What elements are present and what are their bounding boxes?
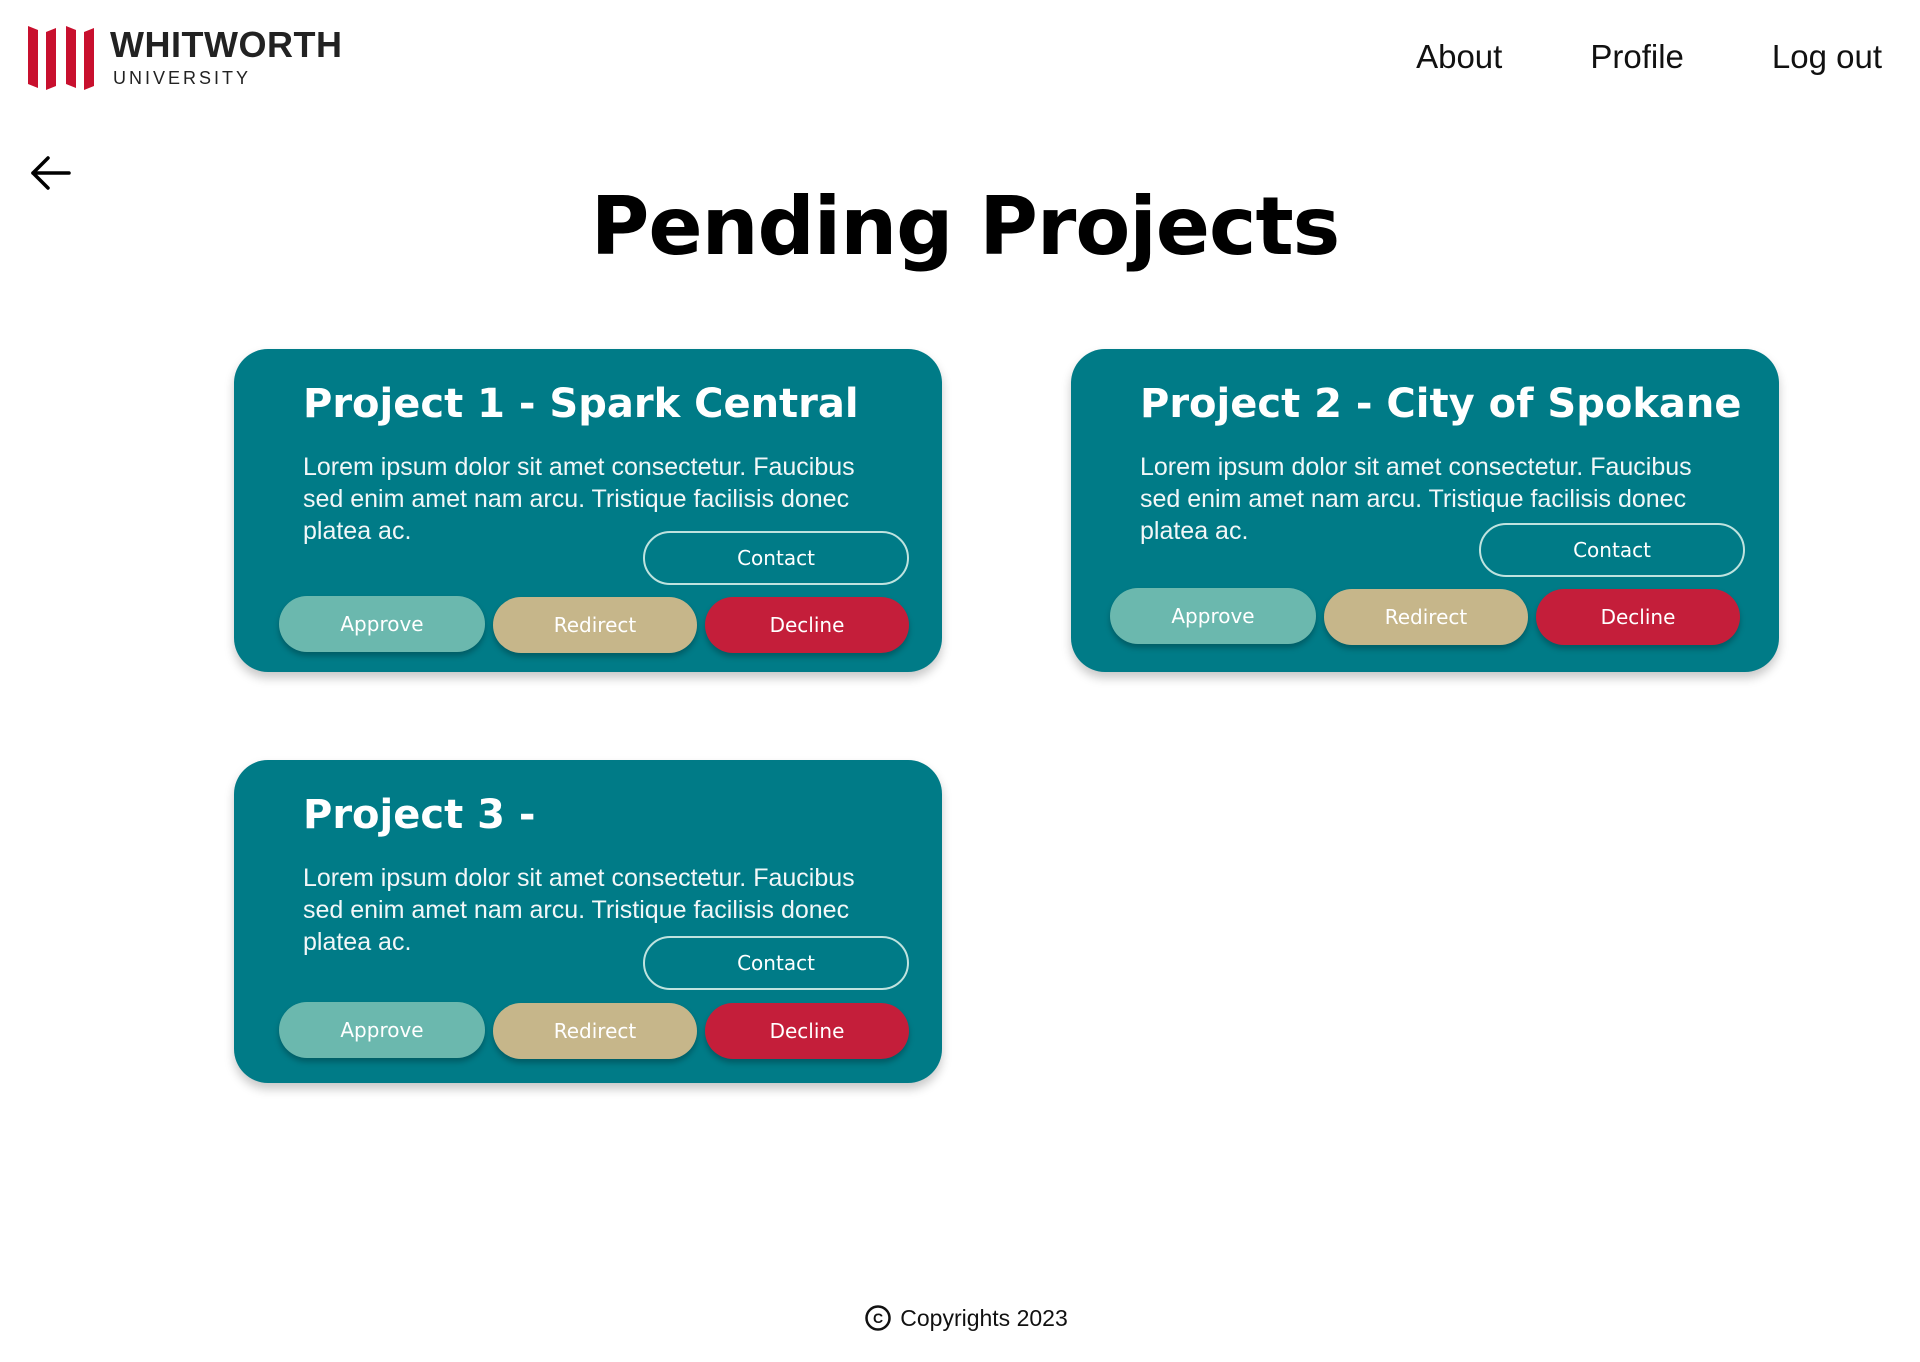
redirect-button[interactable]: Redirect (1324, 589, 1528, 645)
project-card: Project 3 - Lorem ipsum dolor sit amet c… (234, 760, 942, 1083)
project-card: Project 2 - City of Spokane Lorem ipsum … (1071, 349, 1779, 672)
whitworth-logo-icon (28, 26, 94, 90)
redirect-button[interactable]: Redirect (493, 597, 697, 653)
nav-logout-link[interactable]: Log out (1772, 38, 1882, 76)
copyright-text: Copyrights 2023 (900, 1304, 1068, 1331)
footer: C Copyrights 2023 (0, 1304, 1920, 1332)
project-title: Project 3 - (303, 792, 536, 838)
contact-button[interactable]: Contact (643, 936, 909, 990)
page-title: Pending Projects (590, 180, 1341, 273)
project-card: Project 1 - Spark Central Lorem ipsum do… (234, 349, 942, 672)
logo-text: WHITWORTH UNIVERSITY (110, 24, 343, 88)
project-title: Project 1 - Spark Central (303, 381, 859, 427)
approve-button[interactable]: Approve (279, 596, 485, 652)
logo-name: WHITWORTH (110, 24, 343, 65)
logo-subtitle: UNIVERSITY (113, 68, 252, 88)
copyright-icon: C (865, 1305, 891, 1331)
approve-button[interactable]: Approve (1110, 588, 1316, 644)
approve-button[interactable]: Approve (279, 1002, 485, 1058)
nav-profile-link[interactable]: Profile (1590, 38, 1684, 76)
decline-button[interactable]: Decline (705, 1003, 909, 1059)
copyright-symbol: C (873, 1310, 883, 1326)
logo[interactable]: WHITWORTH UNIVERSITY (28, 24, 342, 90)
top-nav: About Profile Log out (1416, 38, 1882, 76)
contact-button[interactable]: Contact (1479, 523, 1745, 577)
redirect-button[interactable]: Redirect (493, 1003, 697, 1059)
nav-about-link[interactable]: About (1416, 38, 1502, 76)
decline-button[interactable]: Decline (1536, 589, 1740, 645)
contact-button[interactable]: Contact (643, 531, 909, 585)
decline-button[interactable]: Decline (705, 597, 909, 653)
project-title: Project 2 - City of Spokane (1140, 381, 1742, 427)
